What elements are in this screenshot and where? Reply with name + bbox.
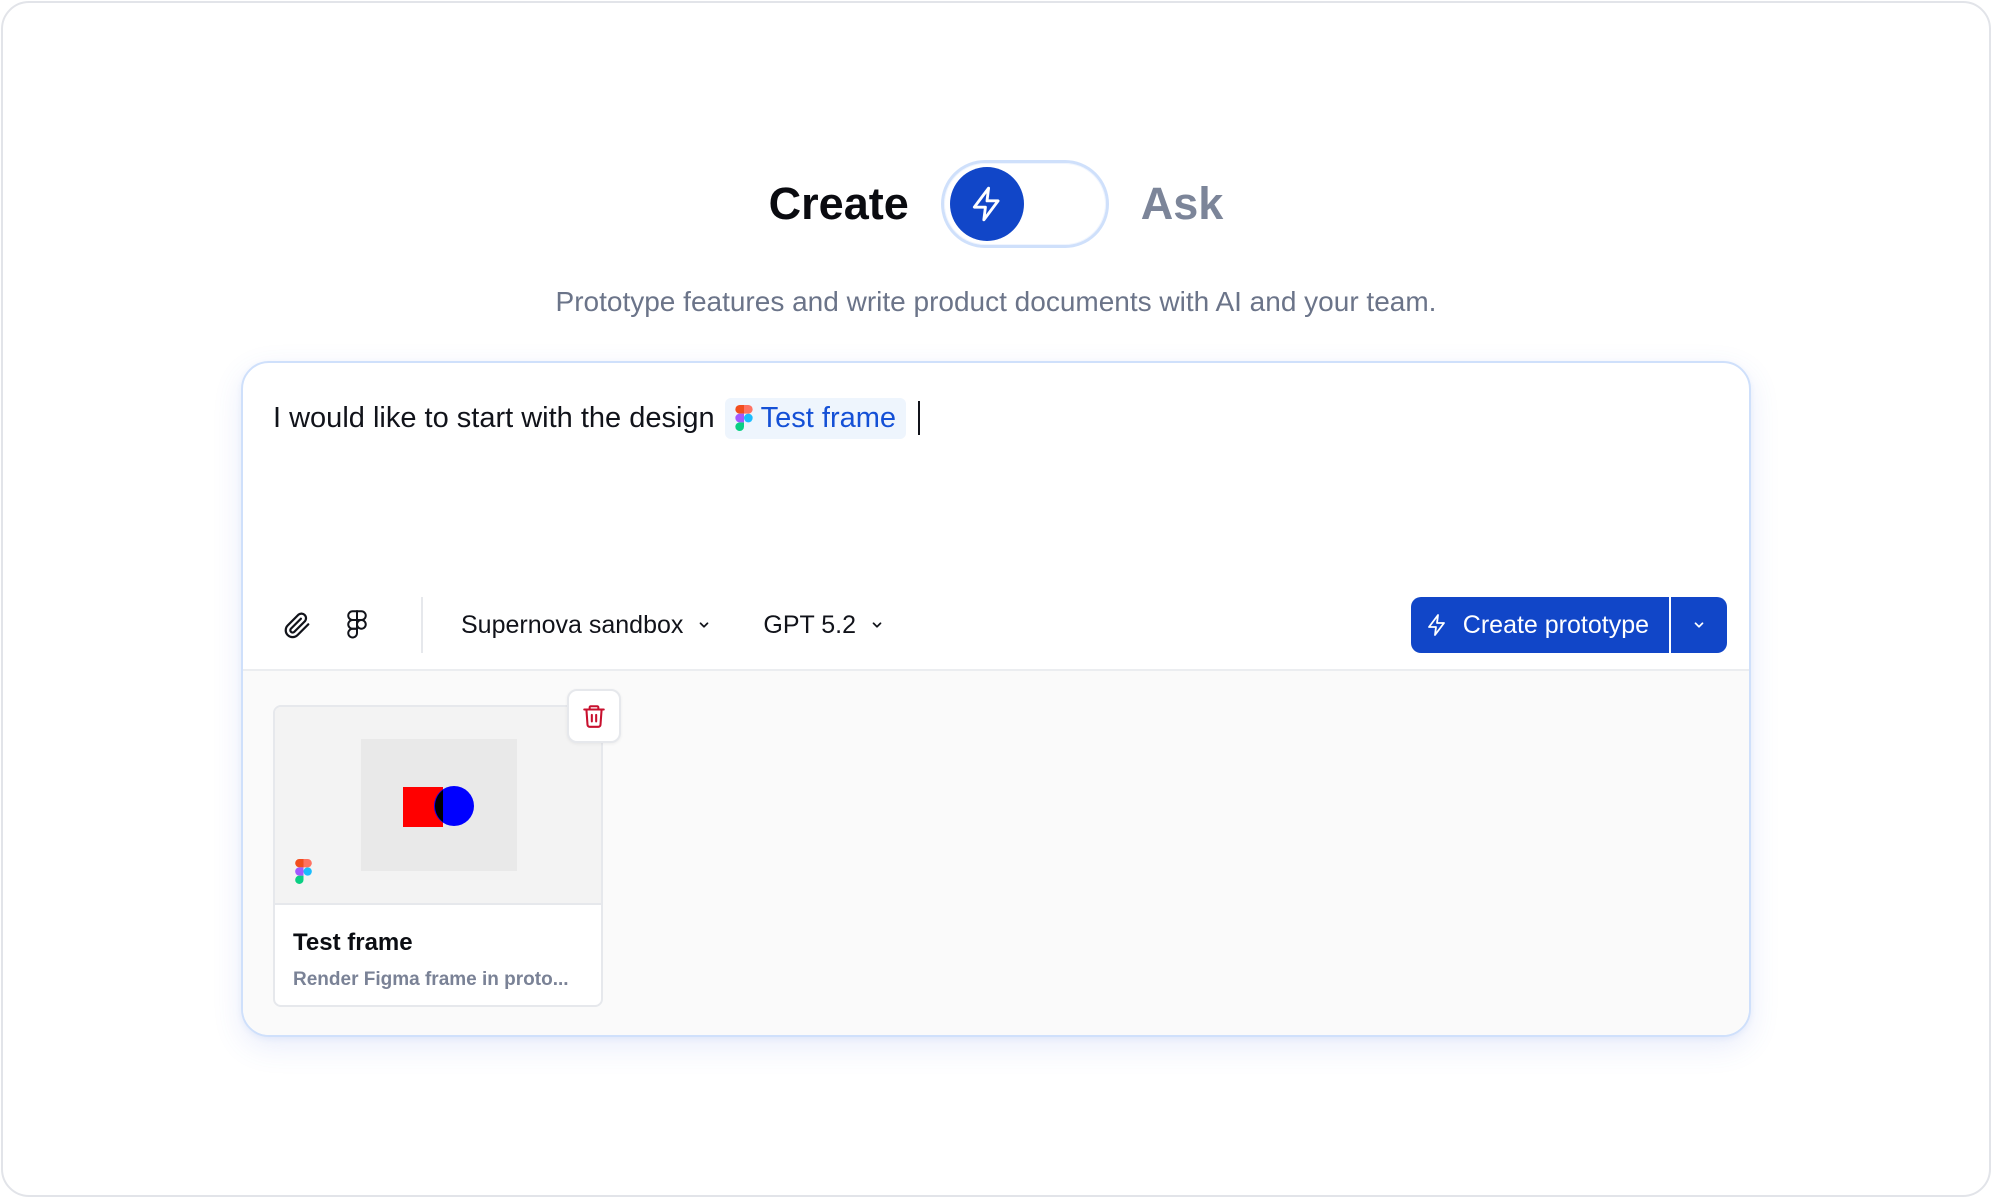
model-select[interactable]: GPT 5.2	[763, 611, 884, 640]
bolt-icon	[1427, 614, 1445, 636]
chevron-down-icon	[700, 622, 709, 628]
mode-switch: Create Ask	[0, 160, 1992, 248]
figma-icon	[295, 859, 312, 884]
workspace-select[interactable]: Supernova sandbox	[461, 611, 711, 640]
workspace-select-value: Supernova sandbox	[461, 610, 684, 639]
figma-source-badge	[295, 859, 312, 889]
create-prototype-split-button: Create prototype	[1410, 597, 1727, 653]
frame-thumbnail	[275, 707, 601, 905]
figma-frame-card[interactable]: Test frame Render Figma frame in proto..…	[273, 689, 621, 1007]
mode-toggle[interactable]	[940, 160, 1109, 248]
chevron-down-icon	[872, 622, 882, 628]
split-separator	[1669, 597, 1671, 653]
prompt-text: I would like to start with the design	[273, 401, 715, 434]
model-select-value: GPT 5.2	[763, 610, 857, 639]
paperclip-icon	[284, 612, 310, 639]
figma-icon	[735, 405, 753, 431]
mention-label: Test frame	[760, 401, 897, 434]
thumbnail-shapes	[403, 786, 474, 827]
chevron-down-icon	[1694, 622, 1704, 628]
mode-create-label[interactable]: Create	[769, 178, 909, 230]
toggle-knob	[949, 167, 1024, 241]
frame-card-title: Test frame	[293, 929, 413, 956]
create-prototype-label: Create prototype	[1462, 610, 1649, 639]
figma-icon	[347, 610, 367, 639]
toolbar-divider	[421, 597, 423, 653]
create-options-dropdown[interactable]	[1671, 597, 1727, 653]
attachments-area: Test frame Render Figma frame in proto..…	[243, 669, 1749, 1035]
delete-attachment-button[interactable]	[567, 689, 621, 743]
attach-button[interactable]	[273, 601, 321, 649]
trash-icon	[583, 705, 605, 728]
page-subtitle: Prototype features and write product doc…	[555, 286, 1437, 317]
composer-toolbar: Supernova sandbox GPT 5.2 Create prototy…	[243, 589, 1749, 661]
prompt-input[interactable]: I would like to start with the design Te…	[273, 393, 921, 443]
figma-mention-chip[interactable]: Test frame	[724, 397, 907, 439]
text-caret	[918, 401, 921, 435]
thumbnail-canvas	[361, 739, 517, 871]
figma-import-button[interactable]	[333, 601, 381, 649]
bolt-icon	[972, 186, 1000, 222]
create-prototype-button[interactable]: Create prototype	[1410, 597, 1669, 653]
mode-ask-label[interactable]: Ask	[1141, 178, 1224, 230]
frame-card-description: Render Figma frame in proto...	[293, 969, 569, 990]
prompt-composer: I would like to start with the design Te…	[241, 361, 1751, 1037]
